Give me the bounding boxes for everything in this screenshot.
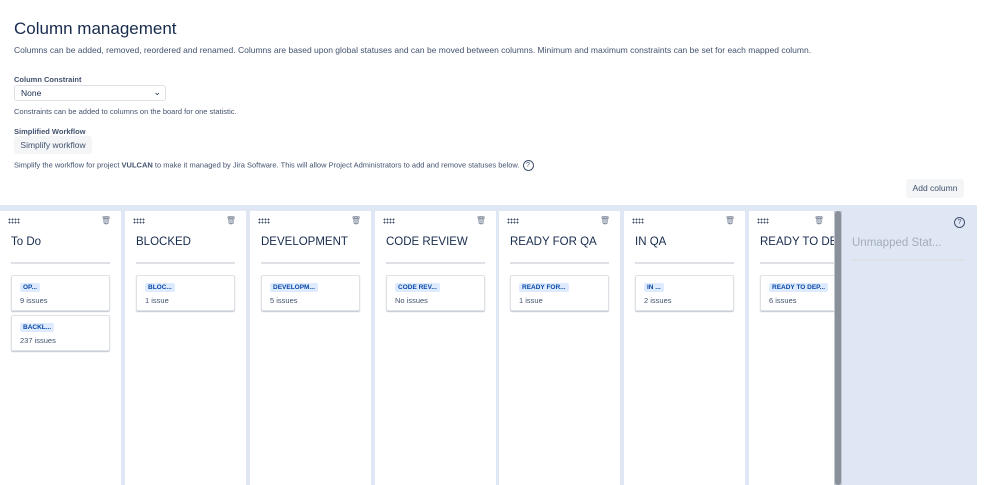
scrollbar-thumb[interactable] bbox=[835, 211, 841, 485]
status-card[interactable]: BACKL... 237 issues bbox=[11, 315, 110, 351]
unmapped-statuses-column[interactable]: ? Unmapped Stat... bbox=[843, 205, 977, 485]
column-divider bbox=[635, 262, 734, 264]
column-divider bbox=[11, 262, 110, 264]
status-card[interactable]: READY FOR... 1 issue bbox=[510, 275, 609, 311]
question-circle-icon[interactable]: ? bbox=[954, 217, 965, 228]
status-card[interactable]: READY TO DEP... 6 issues bbox=[760, 275, 834, 311]
trash-icon[interactable]: 🗑 bbox=[226, 216, 236, 225]
page-title: Column management bbox=[14, 19, 177, 38]
column-divider bbox=[386, 262, 485, 264]
status-lozenge: READY TO DEP... bbox=[769, 283, 829, 292]
issue-count: 1 issue bbox=[519, 296, 543, 305]
question-circle-icon[interactable]: ? bbox=[522, 160, 534, 171]
trash-icon[interactable]: 🗑 bbox=[814, 216, 824, 225]
column-divider bbox=[136, 262, 235, 264]
add-column-button[interactable]: Add column bbox=[906, 179, 964, 198]
status-lozenge: OP... bbox=[20, 283, 40, 292]
unmapped-statuses-title: Unmapped Stat... bbox=[852, 237, 942, 249]
column-title[interactable]: READY TO DE bbox=[760, 236, 834, 248]
status-card[interactable]: DEVELOPM... 5 issues bbox=[261, 275, 360, 311]
column-divider bbox=[760, 262, 834, 264]
page-description: Columns can be added, removed, reordered… bbox=[14, 45, 812, 55]
issue-count: 2 issues bbox=[644, 296, 672, 305]
board-column[interactable]: 🗑 IN QA IN ... 2 issues bbox=[624, 211, 745, 485]
status-card[interactable]: BLOC... 1 issue bbox=[136, 275, 235, 311]
project-name: VULCAN bbox=[121, 160, 153, 170]
chevron-down-icon: ⌄ bbox=[153, 87, 161, 97]
status-card[interactable]: IN ... 2 issues bbox=[635, 275, 734, 311]
column-constraint-value: None bbox=[21, 88, 42, 98]
drag-handle-icon[interactable] bbox=[258, 218, 270, 224]
page-scrollbar[interactable] bbox=[984, 0, 999, 485]
column-board: 🗑 To Do OP... 9 issues BACKL... 237 issues 🗑 BL… bbox=[0, 205, 977, 485]
status-lozenge: BACKL... bbox=[20, 323, 55, 332]
column-divider bbox=[510, 262, 609, 264]
status-lozenge: CODE REV... bbox=[395, 283, 440, 292]
trash-icon[interactable]: 🗑 bbox=[476, 216, 486, 225]
column-title[interactable]: IN QA bbox=[635, 236, 666, 248]
drag-handle-icon[interactable] bbox=[757, 218, 769, 224]
board-column[interactable]: 🗑 CODE REVIEW CODE REV... No issues bbox=[375, 211, 496, 485]
status-lozenge: DEVELOPM... bbox=[270, 283, 318, 292]
drag-handle-icon[interactable] bbox=[632, 218, 644, 224]
status-card[interactable]: OP... 9 issues bbox=[11, 275, 110, 311]
workflow-help-prefix: Simplify the workflow for project bbox=[14, 160, 122, 170]
constraint-help-text: Constraints can be added to columns on t… bbox=[14, 107, 237, 116]
status-card[interactable]: CODE REV... No issues bbox=[386, 275, 485, 311]
board-column[interactable]: 🗑 READY FOR QA READY FOR... 1 issue bbox=[499, 211, 620, 485]
column-constraint-label: Column Constraint bbox=[14, 75, 82, 84]
board-column[interactable]: 🗑 DEVELOPMENT DEVELOPM... 5 issues bbox=[250, 211, 371, 485]
issue-count: 9 issues bbox=[20, 296, 48, 305]
simplify-workflow-button[interactable]: Simplify workflow bbox=[14, 136, 92, 154]
board-column[interactable]: 🗑 READY TO DE READY TO DEP... 6 issues bbox=[749, 211, 834, 485]
trash-icon[interactable]: 🗑 bbox=[351, 216, 361, 225]
status-lozenge: READY FOR... bbox=[519, 283, 569, 292]
issue-count: 1 issue bbox=[145, 296, 169, 305]
status-lozenge: IN ... bbox=[644, 283, 664, 292]
column-divider bbox=[261, 262, 360, 264]
workflow-help-text: Simplify the workflow for project VULCAN… bbox=[14, 160, 534, 171]
drag-handle-icon[interactable] bbox=[8, 218, 20, 224]
board-column[interactable]: 🗑 BLOCKED BLOC... 1 issue bbox=[125, 211, 246, 485]
drag-handle-icon[interactable] bbox=[383, 218, 395, 224]
drag-handle-icon[interactable] bbox=[133, 218, 145, 224]
drag-handle-icon[interactable] bbox=[507, 218, 519, 224]
column-constraint-select[interactable]: None ⌄ bbox=[14, 85, 166, 101]
trash-icon[interactable]: 🗑 bbox=[600, 216, 610, 225]
column-title[interactable]: BLOCKED bbox=[136, 236, 191, 248]
column-title[interactable]: CODE REVIEW bbox=[386, 236, 468, 248]
trash-icon[interactable]: 🗑 bbox=[725, 216, 735, 225]
issue-count: No issues bbox=[395, 296, 428, 305]
trash-icon[interactable]: 🗑 bbox=[101, 216, 111, 225]
status-lozenge: BLOC... bbox=[145, 283, 175, 292]
column-title[interactable]: READY FOR QA bbox=[510, 236, 597, 248]
column-title[interactable]: DEVELOPMENT bbox=[261, 236, 348, 248]
simplified-workflow-label: Simplified Workflow bbox=[14, 127, 86, 136]
board-column[interactable]: 🗑 To Do OP... 9 issues BACKL... 237 issues bbox=[0, 211, 121, 485]
column-divider bbox=[852, 259, 964, 261]
workflow-help-suffix: to make it managed by Jira Software. Thi… bbox=[152, 160, 520, 170]
issue-count: 5 issues bbox=[270, 296, 298, 305]
issue-count: 6 issues bbox=[769, 296, 797, 305]
issue-count: 237 issues bbox=[20, 336, 56, 345]
column-title[interactable]: To Do bbox=[11, 236, 41, 248]
